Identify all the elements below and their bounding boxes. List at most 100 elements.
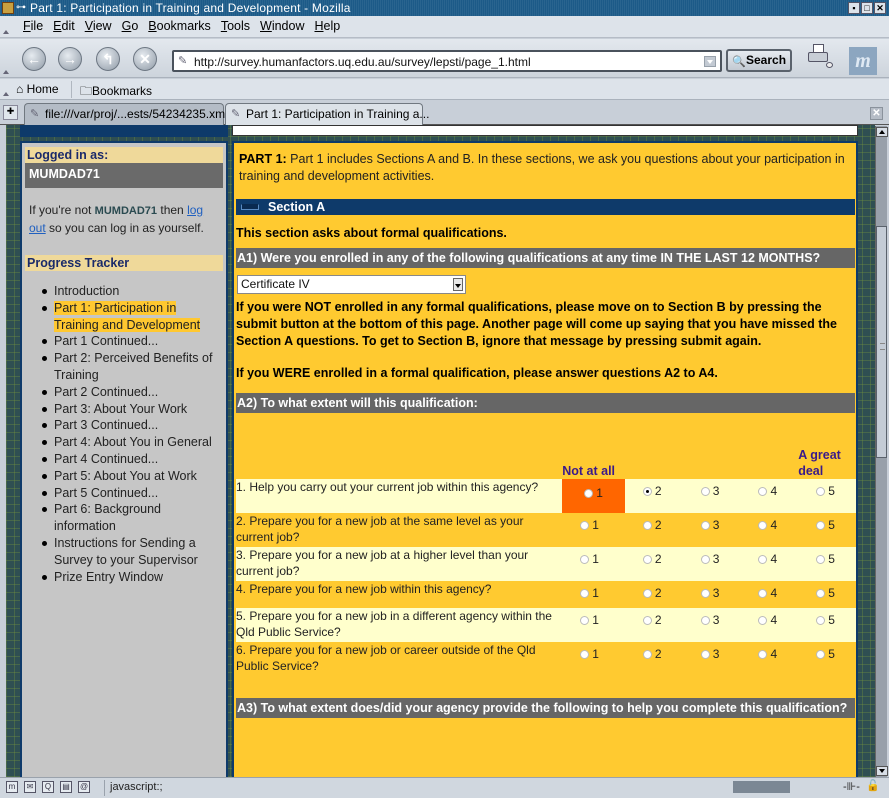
tracker-item[interactable]: Part 1 Continued... [42, 333, 226, 350]
rating-option-cell[interactable]: 5 [798, 608, 856, 642]
tab-file-xml[interactable]: ✎ file:///var/proj/...ests/54234235.xml [24, 103, 228, 125]
radio-button[interactable] [642, 487, 652, 496]
menu-edit[interactable]: Edit [48, 19, 80, 33]
radio-button[interactable] [700, 589, 710, 598]
radio-button[interactable] [816, 487, 826, 496]
radio-button[interactable] [642, 616, 652, 625]
url-field[interactable]: ✎ http://survey.humanfactors.uq.edu.au/s… [172, 50, 722, 72]
online-status-icon[interactable]: -⊪- [843, 780, 860, 793]
scroll-up-button[interactable] [876, 127, 888, 137]
tracker-item[interactable]: Part 4: About You in General [42, 434, 226, 451]
mozilla-logo[interactable]: m [849, 47, 877, 75]
radio-button[interactable] [758, 487, 768, 496]
navigator-icon[interactable]: m [6, 781, 18, 793]
radio-button[interactable] [758, 589, 768, 598]
print-button[interactable] [806, 44, 833, 68]
maximize-button[interactable]: □ [861, 2, 873, 14]
rating-option-cell[interactable]: 5 [798, 547, 856, 581]
menu-window[interactable]: Window [255, 19, 309, 33]
page-proxy-icon[interactable]: ✎ [178, 54, 187, 67]
rating-option-cell[interactable]: 3 [682, 547, 741, 581]
menu-file[interactable]: File [18, 19, 48, 33]
tracker-item[interactable]: Instructions for Sending a Survey to you… [42, 535, 226, 569]
mail-icon[interactable]: ✉ [24, 781, 36, 793]
rating-option-cell[interactable]: 3 [683, 581, 741, 608]
radio-button[interactable] [700, 555, 710, 564]
rating-option-cell[interactable]: 4 [740, 608, 799, 642]
minimize-button[interactable]: ▪ [848, 2, 860, 14]
toolbar-grip-icon[interactable] [3, 30, 9, 34]
radio-button[interactable] [758, 521, 768, 530]
tracker-item[interactable]: Part 6: Background information [42, 501, 226, 535]
url-text[interactable]: http://survey.humanfactors.uq.edu.au/sur… [194, 55, 531, 69]
radio-button[interactable] [642, 521, 652, 530]
radio-button[interactable] [816, 616, 826, 625]
reload-button[interactable]: ↰ [96, 47, 120, 71]
tracker-item[interactable]: Part 2 Continued... [42, 384, 226, 401]
window-titlebar[interactable]: ⊶ Part 1: Participation in Training and … [0, 0, 889, 16]
radio-button[interactable] [700, 521, 710, 530]
rating-option-cell[interactable]: 3 [682, 479, 741, 513]
home-button[interactable]: ⌂ Home [16, 82, 59, 96]
rating-option-cell[interactable]: 1 [562, 547, 625, 581]
close-window-button[interactable]: ✕ [874, 2, 886, 14]
rating-option-cell[interactable]: 4 [740, 581, 798, 608]
rating-option-cell[interactable]: 4 [740, 642, 798, 678]
tracker-item[interactable]: Introduction [42, 283, 226, 300]
radio-button[interactable] [642, 555, 652, 564]
close-tab-button[interactable]: ✕ [870, 107, 883, 120]
tracker-item[interactable]: Part 1: Participation in Training and De… [42, 300, 226, 334]
address-book-icon[interactable]: @ [78, 781, 90, 793]
back-button[interactable]: ← [22, 47, 46, 71]
tracker-item[interactable]: Part 5 Continued... [42, 485, 226, 502]
menu-view[interactable]: View [80, 19, 117, 33]
rating-option-cell[interactable]: 3 [683, 642, 741, 678]
tracker-item[interactable]: Part 3: About Your Work [42, 401, 226, 418]
radio-button[interactable] [580, 589, 590, 598]
menu-bookmarks[interactable]: Bookmarks [143, 19, 216, 33]
rating-option-cell[interactable]: 1 [562, 479, 625, 513]
tracker-item[interactable]: Part 3 Continued... [42, 417, 226, 434]
chat-icon[interactable]: Q [42, 781, 54, 793]
vertical-scrollbar[interactable] [875, 126, 888, 777]
stop-button[interactable]: ✕ [133, 47, 157, 71]
search-button[interactable]: 🔍 Search [726, 49, 792, 72]
radio-button[interactable] [700, 487, 710, 496]
menu-help[interactable]: Help [309, 19, 345, 33]
rating-option-cell[interactable]: 4 [740, 479, 799, 513]
radio-button[interactable] [580, 616, 590, 625]
radio-button[interactable] [816, 589, 826, 598]
composer-icon[interactable]: ▤ [60, 781, 72, 793]
qualification-select[interactable]: Certificate IV [237, 275, 466, 294]
rating-option-cell[interactable]: 2 [625, 581, 683, 608]
radio-button[interactable] [816, 521, 826, 530]
rating-option-cell[interactable]: 5 [798, 581, 856, 608]
menu-tools[interactable]: Tools [216, 19, 255, 33]
scroll-down-button[interactable] [876, 766, 888, 776]
radio-button[interactable] [700, 616, 710, 625]
tracker-item[interactable]: Part 4 Continued... [42, 451, 226, 468]
rating-option-cell[interactable]: 2 [624, 479, 683, 513]
rating-option-cell[interactable]: 5 [798, 479, 856, 513]
url-dropdown-button[interactable] [704, 56, 716, 67]
menu-go[interactable]: Go [117, 19, 144, 33]
app-icon[interactable] [2, 2, 14, 14]
tracker-item[interactable]: Prize Entry Window [42, 569, 226, 586]
radio-button[interactable] [580, 521, 590, 530]
bookmarks-button[interactable]: 🗀Bookmarks [80, 82, 152, 103]
rating-option-cell[interactable]: 1 [562, 642, 625, 678]
radio-button[interactable] [758, 555, 768, 564]
tracker-item[interactable]: Part 5: About You at Work [42, 468, 226, 485]
rating-option-cell[interactable]: 1 [562, 608, 625, 642]
radio-button[interactable] [642, 650, 652, 659]
rating-option-cell[interactable]: 1 [562, 513, 625, 547]
pin-icon[interactable]: ⊶ [16, 0, 26, 16]
radio-button[interactable] [816, 555, 826, 564]
radio-button[interactable] [642, 589, 652, 598]
rating-option-cell[interactable]: 2 [624, 608, 683, 642]
rating-option-cell[interactable]: 2 [624, 547, 683, 581]
radio-button[interactable] [580, 650, 590, 659]
security-lock-icon[interactable]: 🔓 [866, 779, 880, 792]
rating-option-cell[interactable]: 1 [562, 581, 625, 608]
rating-option-cell[interactable]: 2 [625, 513, 683, 547]
